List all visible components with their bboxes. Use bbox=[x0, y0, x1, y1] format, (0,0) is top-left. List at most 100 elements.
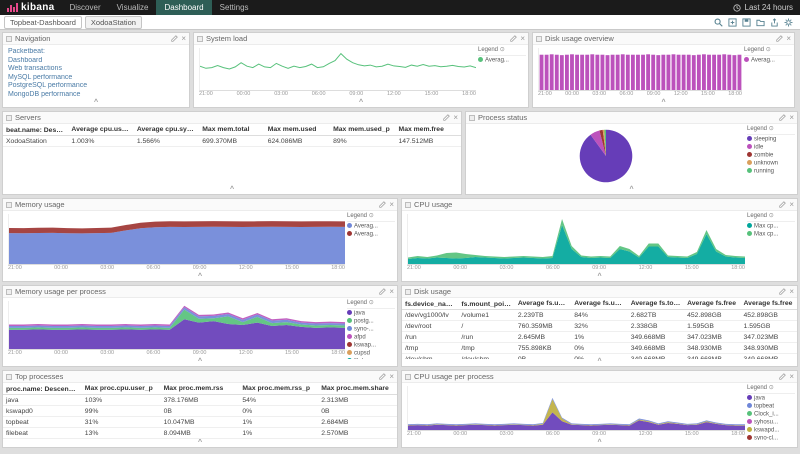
legend-item[interactable]: idle bbox=[747, 144, 795, 152]
new-dashboard-icon[interactable] bbox=[728, 18, 737, 27]
legend-item[interactable]: Averag... bbox=[347, 231, 395, 239]
legend-item[interactable]: afpd bbox=[347, 334, 395, 342]
collapse-caret[interactable]: ^ bbox=[3, 274, 397, 281]
column-header[interactable]: Max mem.total bbox=[199, 124, 264, 136]
column-header[interactable]: Max proc.mem.share bbox=[318, 383, 397, 395]
collapse-caret[interactable]: ^ bbox=[194, 100, 528, 107]
legend-item[interactable]: kswapd... bbox=[747, 427, 795, 435]
edit-icon[interactable] bbox=[776, 35, 783, 42]
close-icon[interactable]: × bbox=[789, 201, 794, 209]
column-header[interactable]: Average fs.total bbox=[628, 298, 684, 310]
legend-toggle-icon[interactable]: ⊙ bbox=[769, 385, 774, 391]
collapse-caret[interactable]: ^ bbox=[402, 440, 797, 447]
nav-link[interactable]: Dashboard bbox=[8, 57, 184, 66]
edit-icon[interactable] bbox=[379, 288, 386, 295]
legend-item[interactable]: filebe... bbox=[347, 358, 395, 360]
collapse-caret[interactable]: ^ bbox=[3, 359, 397, 366]
legend-header[interactable]: Legend ⊙ bbox=[747, 213, 795, 222]
collapse-caret[interactable]: ^ bbox=[3, 100, 189, 107]
legend-toggle-icon[interactable]: ⊙ bbox=[369, 213, 374, 219]
legend-item[interactable]: syhosu... bbox=[747, 419, 795, 427]
nav-item-settings[interactable]: Settings bbox=[212, 0, 257, 15]
legend-header[interactable]: Legend ⊙ bbox=[347, 213, 395, 222]
settings-gear-icon[interactable] bbox=[784, 18, 793, 27]
drag-handle-icon[interactable] bbox=[405, 289, 411, 295]
edit-icon[interactable] bbox=[443, 114, 450, 121]
legend-item[interactable]: Max cp... bbox=[747, 223, 795, 231]
legend-item[interactable]: zombie bbox=[747, 152, 795, 160]
drag-handle-icon[interactable] bbox=[6, 374, 12, 380]
legend-item[interactable]: kswap... bbox=[347, 342, 395, 350]
drag-handle-icon[interactable] bbox=[405, 202, 411, 208]
save-icon[interactable] bbox=[742, 18, 751, 27]
drag-handle-icon[interactable] bbox=[6, 115, 12, 121]
nav-link[interactable]: PostgreSQL performance bbox=[8, 82, 184, 91]
column-header[interactable]: fs.mount_point: Descending ▾ bbox=[458, 298, 514, 310]
column-header[interactable]: Average fs.free bbox=[684, 298, 740, 310]
legend-header[interactable]: Legend ⊙ bbox=[478, 47, 526, 56]
tab-topbeat-dashboard[interactable]: Topbeat-Dashboard bbox=[4, 16, 82, 29]
legend-item[interactable]: sleeping bbox=[747, 136, 795, 144]
collapse-caret[interactable]: ^ bbox=[533, 100, 794, 107]
close-icon[interactable]: × bbox=[789, 373, 794, 381]
drag-handle-icon[interactable] bbox=[6, 289, 12, 295]
nav-item-visualize[interactable]: Visualize bbox=[109, 0, 157, 15]
legend-item[interactable]: Averag... bbox=[347, 223, 395, 231]
column-header[interactable]: Max proc.mem.rss bbox=[161, 383, 240, 395]
legend-toggle-icon[interactable]: ⊙ bbox=[769, 213, 774, 219]
legend-item[interactable]: Clock_i... bbox=[747, 411, 795, 419]
legend-header[interactable]: Legend ⊙ bbox=[747, 126, 795, 135]
drag-handle-icon[interactable] bbox=[6, 36, 12, 42]
column-header[interactable]: Average fs.used bbox=[515, 298, 571, 310]
column-header[interactable]: fs.device_name: Descending ▾ bbox=[402, 298, 458, 310]
legend-item[interactable]: topbeat bbox=[747, 403, 795, 411]
legend-toggle-icon[interactable]: ⊙ bbox=[766, 47, 771, 53]
nav-link[interactable]: MongoDB performance bbox=[8, 91, 184, 100]
column-header[interactable]: proc.name: Descending ▾ bbox=[3, 383, 82, 395]
legend-header[interactable]: Legend ⊙ bbox=[744, 47, 792, 56]
legend-item[interactable]: postg... bbox=[347, 318, 395, 326]
collapse-caret[interactable]: ^ bbox=[3, 187, 461, 194]
close-icon[interactable]: × bbox=[786, 35, 791, 43]
edit-icon[interactable] bbox=[779, 114, 786, 121]
legend-item[interactable]: cupsd bbox=[347, 350, 395, 358]
collapse-caret[interactable]: ^ bbox=[402, 359, 797, 366]
edit-icon[interactable] bbox=[171, 35, 178, 42]
share-icon[interactable] bbox=[770, 18, 779, 27]
collapse-caret[interactable]: ^ bbox=[466, 187, 797, 194]
edit-icon[interactable] bbox=[510, 35, 517, 42]
legend-item[interactable]: Averag... bbox=[478, 57, 526, 65]
column-header[interactable]: beat.name: Descending ▾ bbox=[3, 124, 68, 136]
legend-toggle-icon[interactable]: ⊙ bbox=[369, 300, 374, 306]
edit-icon[interactable] bbox=[779, 373, 786, 380]
legend-item[interactable]: java bbox=[347, 310, 395, 318]
column-header[interactable]: Average cpu.system_p bbox=[134, 124, 199, 136]
column-header[interactable]: Max proc.cpu.user_p bbox=[82, 383, 161, 395]
open-folder-icon[interactable] bbox=[756, 18, 765, 27]
drag-handle-icon[interactable] bbox=[469, 115, 475, 121]
kibana-logo[interactable]: kibana bbox=[0, 2, 61, 13]
nav-item-dashboard[interactable]: Dashboard bbox=[156, 0, 211, 15]
legend-item[interactable]: java bbox=[747, 395, 795, 403]
column-header[interactable]: Average cpu.user_p bbox=[68, 124, 133, 136]
legend-header[interactable]: Legend ⊙ bbox=[347, 300, 395, 309]
nav-item-discover[interactable]: Discover bbox=[61, 0, 108, 15]
time-picker[interactable]: Last 24 hours bbox=[733, 3, 800, 12]
tab-xodoastation[interactable]: XodoaStation bbox=[85, 16, 142, 29]
column-header[interactable]: Max proc.mem.rss_p bbox=[239, 383, 318, 395]
edit-icon[interactable] bbox=[379, 373, 386, 380]
legend-item[interactable]: syno-... bbox=[347, 326, 395, 334]
column-header[interactable]: Max mem.used_p bbox=[330, 124, 395, 136]
nav-link[interactable]: Packetbeat: bbox=[8, 48, 184, 57]
legend-toggle-icon[interactable]: ⊙ bbox=[500, 47, 505, 53]
close-icon[interactable]: × bbox=[389, 373, 394, 381]
collapse-caret[interactable]: ^ bbox=[402, 274, 797, 281]
column-header[interactable]: Average fs.used_p bbox=[571, 298, 627, 310]
collapse-caret[interactable]: ^ bbox=[3, 440, 397, 447]
close-icon[interactable]: × bbox=[389, 201, 394, 209]
legend-item[interactable]: running bbox=[747, 168, 795, 176]
nav-link[interactable]: Web transactions bbox=[8, 65, 184, 74]
legend-item[interactable]: Averag... bbox=[744, 57, 792, 65]
drag-handle-icon[interactable] bbox=[405, 374, 411, 380]
legend-item[interactable]: unknown bbox=[747, 160, 795, 168]
